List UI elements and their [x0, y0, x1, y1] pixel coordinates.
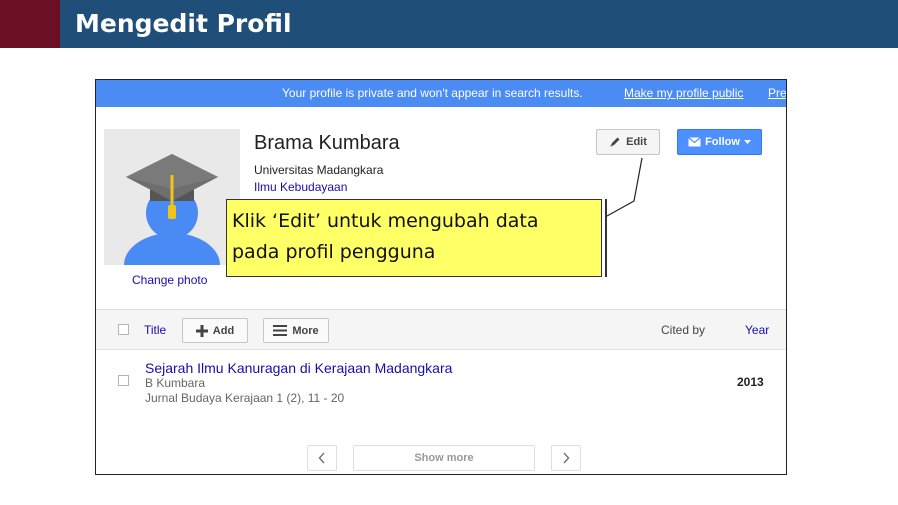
- article-year: 2013: [737, 375, 764, 389]
- year-column-sort[interactable]: Year: [745, 323, 769, 337]
- articles-table-header: Title Add More Cited by Year: [96, 309, 786, 350]
- previous-page-button[interactable]: [307, 445, 337, 471]
- more-label: More: [292, 324, 319, 337]
- add-article-button[interactable]: Add: [182, 318, 248, 343]
- chevron-right-icon: [563, 452, 570, 464]
- article-checkbox[interactable]: [118, 375, 129, 386]
- slide-accent-block: [0, 0, 60, 48]
- slide-title: Mengedit Profil: [75, 9, 292, 38]
- article-title-link[interactable]: Sejarah Ilmu Kanuragan di Kerajaan Madan…: [145, 360, 452, 376]
- scholar-profile-screenshot: Your profile is private and won't appear…: [95, 79, 787, 475]
- cited-by-column: Cited by: [661, 323, 706, 337]
- article-authors: B Kumbara: [145, 376, 206, 390]
- menu-lines-icon: [273, 325, 288, 336]
- article-journal: Jurnal Budaya Kerajaan 1 (2), 11 - 20: [145, 391, 345, 405]
- add-label: Add: [212, 324, 235, 337]
- show-more-label: Show more: [414, 452, 474, 464]
- show-more-button[interactable]: Show more: [353, 445, 535, 471]
- next-page-button[interactable]: [551, 445, 581, 471]
- callout-pointer-line: [606, 157, 643, 217]
- plus-icon: [195, 324, 208, 337]
- title-column-sort[interactable]: Title: [144, 323, 166, 337]
- chevron-left-icon: [318, 452, 325, 464]
- select-all-checkbox[interactable]: [118, 324, 129, 335]
- more-actions-button[interactable]: More: [263, 318, 329, 343]
